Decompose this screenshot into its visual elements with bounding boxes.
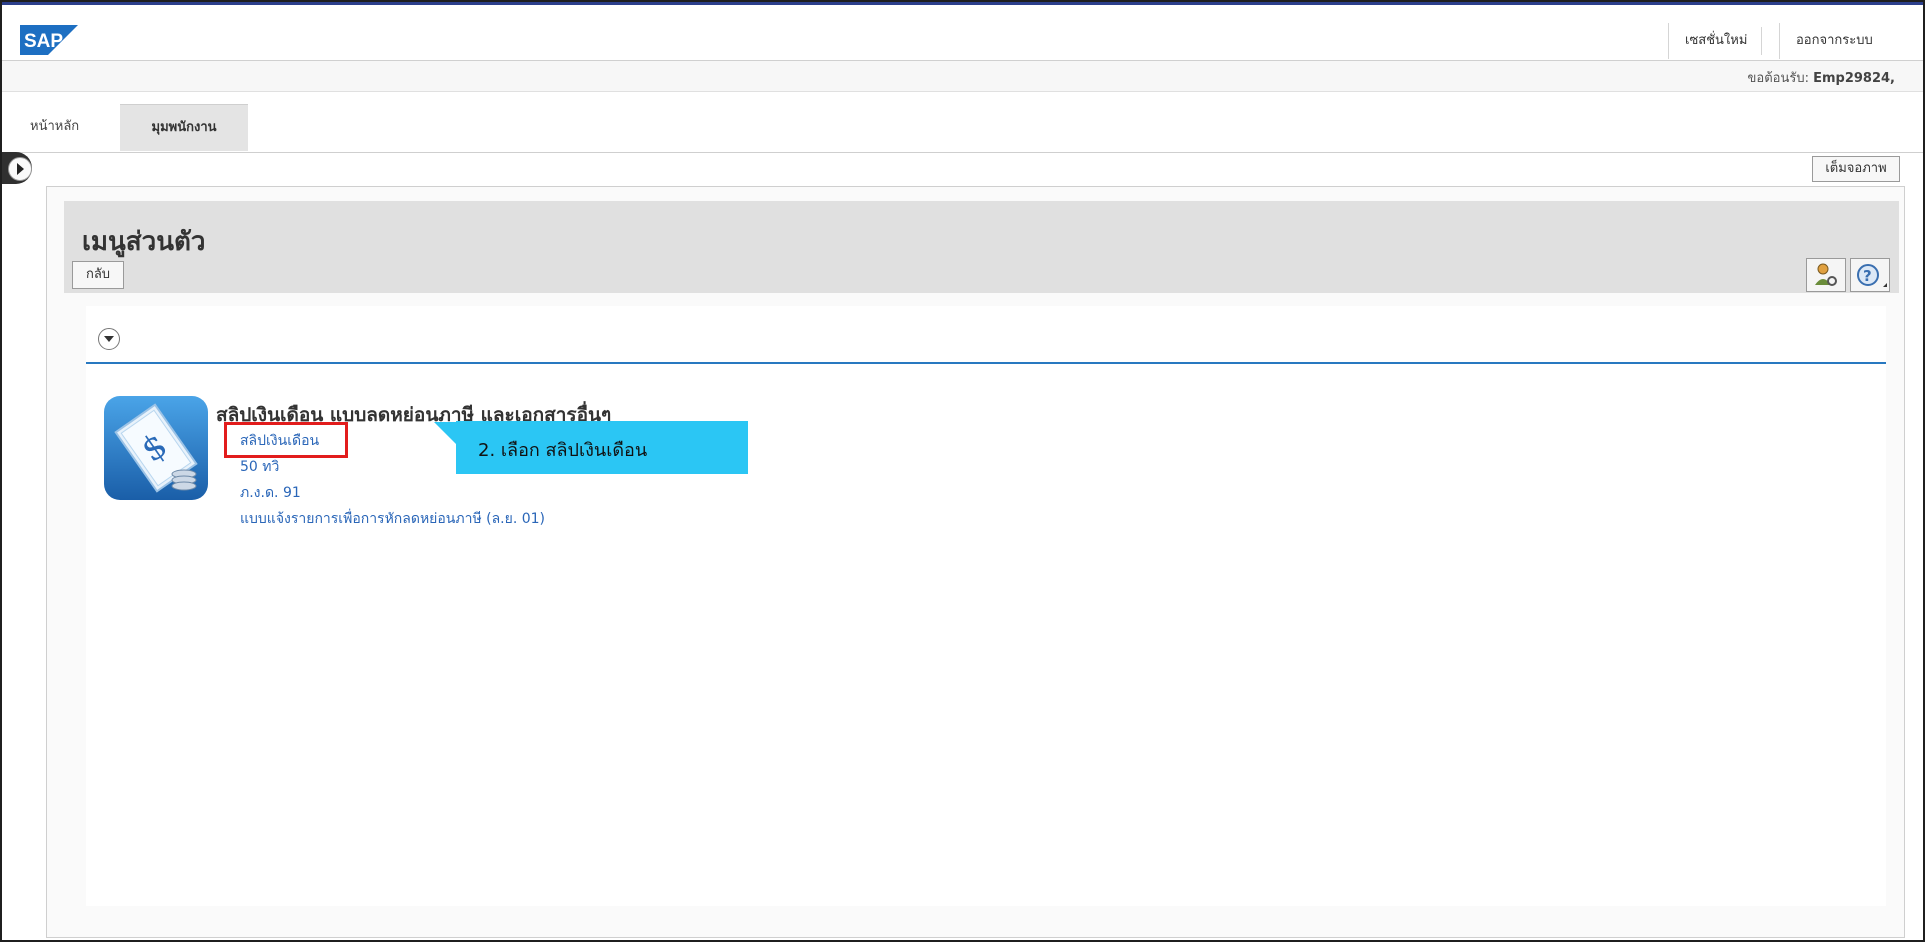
- expand-arrow-icon: [8, 157, 32, 181]
- back-button[interactable]: กลับ: [72, 261, 124, 289]
- welcome-text: ขอต้อนรับ: Emp29824,: [1748, 67, 1896, 88]
- highlight-box: [224, 422, 348, 458]
- personalize-button[interactable]: [1806, 258, 1846, 292]
- pnd91-link[interactable]: ภ.ง.ด. 91: [240, 482, 301, 504]
- sap-logo: SAP: [20, 25, 78, 55]
- new-session-link[interactable]: เซสชั่นใหม่: [1668, 23, 1780, 59]
- welcome-user: Emp29824,: [1813, 71, 1895, 86]
- fifty-tawi-link[interactable]: 50 ทวิ: [240, 456, 279, 478]
- page-title: เมนูส่วนตัว: [82, 227, 206, 257]
- section-divider: [86, 362, 1886, 364]
- collapse-toggle-icon[interactable]: [98, 328, 120, 350]
- person-settings-icon: [1815, 263, 1837, 286]
- svg-text:SAP: SAP: [24, 31, 63, 52]
- tab-home[interactable]: หน้าหลัก: [30, 104, 79, 150]
- top-navigation: หน้าหลัก มุมพนักงาน: [2, 92, 1923, 153]
- payslip-money-icon: $: [104, 396, 208, 500]
- welcome-label: ขอต้อนรับ:: [1747, 71, 1809, 86]
- help-icon: ?: [1857, 264, 1887, 287]
- instruction-callout: 2. เลือก สลิปเงินเดือน: [456, 421, 748, 474]
- logout-link[interactable]: ออกจากระบบ: [1779, 23, 1925, 59]
- tax-deduction-form-link[interactable]: แบบแจ้งรายการเพื่อการหักลดหย่อนภาษี (ล.ย…: [240, 508, 545, 530]
- welcome-bar: ขอต้อนรับ: Emp29824,: [2, 61, 1923, 92]
- menu-content: $ สลิปเงินเดือน แบบลดหย่อนภาษี และเอกสาร…: [86, 306, 1886, 906]
- help-button[interactable]: ?: [1850, 258, 1890, 292]
- callout-text: 2. เลือก สลิปเงินเดือน: [478, 440, 648, 461]
- header-divider: [1761, 27, 1762, 55]
- svg-text:?: ?: [1863, 267, 1872, 285]
- callout-pointer: [434, 422, 456, 444]
- personal-menu-header: เมนูส่วนตัว กลับ ?: [64, 201, 1899, 293]
- header: SAP เซสชั่นใหม่ ออกจากระบบ: [2, 5, 1923, 61]
- fullscreen-button[interactable]: เต็มจอภาพ: [1812, 156, 1900, 182]
- tab-employee-corner[interactable]: มุมพนักงาน: [120, 104, 248, 151]
